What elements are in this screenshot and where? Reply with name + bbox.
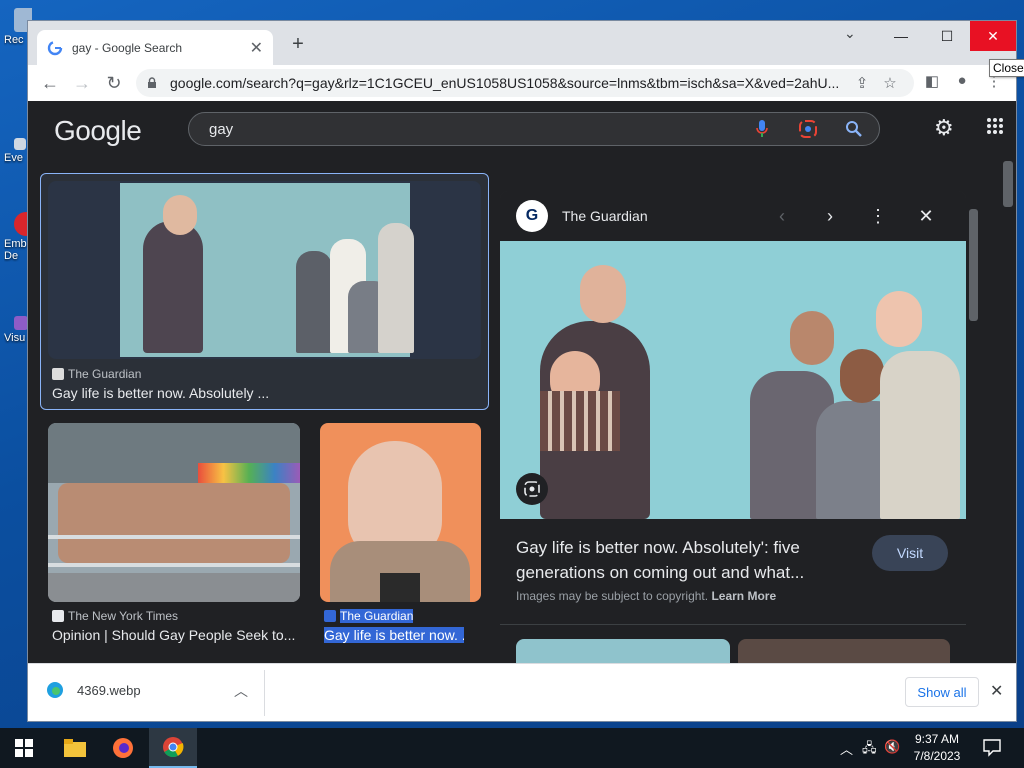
side-panel-icon[interactable]: ◧	[920, 72, 944, 94]
show-all-button[interactable]: Show all	[905, 677, 979, 707]
nyt-favicon-icon	[52, 610, 64, 622]
close-window-button[interactable]: ✕	[970, 21, 1016, 51]
panel-source[interactable]: The Guardian	[562, 208, 758, 224]
url-text: google.com/search?q=gay&rlz=1C1GCEU_enUS…	[170, 75, 840, 91]
result-title[interactable]: Gay life is better now. ...	[324, 627, 464, 643]
preview-image[interactable]	[500, 241, 966, 519]
chrome-icon	[163, 737, 184, 758]
desktop-icon-label: Emb De	[4, 238, 27, 262]
forward-button[interactable]: →	[66, 73, 98, 94]
title-bar: gay - Google Search ✕ + ⌄ — ☐ ✕	[28, 21, 1016, 65]
firefox-icon	[113, 738, 133, 758]
settings-gear-icon[interactable]: ⚙	[934, 115, 954, 141]
related-images	[500, 624, 966, 663]
search-bar[interactable]: gay	[188, 112, 880, 146]
bookmark-star-icon[interactable]: ☆	[876, 74, 904, 92]
google-apps-icon[interactable]	[986, 117, 1004, 135]
shortcut-icon	[14, 138, 26, 150]
clock[interactable]: 9:37 AM 7/8/2023	[902, 731, 972, 765]
panel-scrollbar[interactable]	[966, 191, 980, 663]
desktop-icon-label: Visu	[4, 332, 26, 344]
related-image[interactable]	[516, 639, 730, 663]
result-title[interactable]: Opinion | Should Gay People Seek to...	[52, 627, 302, 643]
search-input[interactable]: gay	[209, 121, 727, 138]
voice-search-icon[interactable]	[751, 118, 773, 140]
result-source: The Guardian	[324, 609, 414, 623]
google-logo[interactable]: Google	[54, 115, 142, 147]
next-image-icon[interactable]: ›	[806, 206, 854, 227]
file-explorer-taskbar[interactable]	[51, 728, 99, 768]
divider	[264, 670, 265, 716]
copyright-note: Images may be subject to copyright. Lear…	[516, 589, 777, 603]
tab-close-icon[interactable]: ✕	[250, 38, 263, 58]
guardian-favicon-icon	[52, 368, 64, 380]
maximize-button[interactable]: ☐	[924, 21, 970, 51]
google-images-page: Google gay ⚙ The Guardian Gay life is be…	[28, 101, 1016, 663]
lens-search-icon[interactable]	[516, 473, 548, 505]
minimize-button[interactable]: —	[878, 21, 924, 51]
start-button[interactable]	[0, 728, 48, 768]
close-download-bar-icon[interactable]: ✕	[990, 681, 1003, 701]
browser-toolbar: ← → ↻ google.com/search?q=gay&rlz=1C1GCE…	[28, 65, 1016, 101]
result-thumbnail[interactable]	[48, 423, 300, 602]
visit-button[interactable]: Visit	[872, 535, 948, 571]
google-lens-icon[interactable]	[797, 118, 819, 140]
guardian-logo-icon: G	[516, 200, 548, 232]
edge-file-icon	[47, 682, 63, 698]
reload-button[interactable]: ↻	[98, 73, 130, 94]
close-panel-icon[interactable]: ✕	[902, 206, 950, 227]
result-source: The New York Times	[52, 609, 178, 623]
visual-studio-icon	[14, 316, 28, 330]
result-thumbnail[interactable]	[48, 181, 481, 359]
network-icon[interactable]: 🖧	[862, 739, 877, 761]
more-options-icon[interactable]: ⋮	[854, 206, 902, 227]
share-icon[interactable]: ⇪	[848, 74, 876, 92]
close-tooltip: Close	[989, 59, 1024, 77]
new-tab-button[interactable]: +	[286, 33, 310, 56]
download-filename: 4369.webp	[77, 682, 141, 698]
tab-title: gay - Google Search	[72, 40, 183, 55]
chrome-taskbar[interactable]	[149, 728, 197, 768]
result-thumbnail[interactable]	[320, 423, 481, 602]
profile-avatar-icon[interactable]: ●	[950, 72, 974, 94]
learn-more-link[interactable]: Learn More	[711, 589, 776, 603]
google-favicon-icon	[47, 40, 63, 55]
panel-header: G The Guardian ‹ › ⋮ ✕	[500, 191, 966, 241]
image-preview-panel: G The Guardian ‹ › ⋮ ✕ Gay life is bette…	[500, 191, 966, 663]
back-button[interactable]: ←	[34, 73, 66, 94]
folder-icon	[64, 739, 86, 757]
related-image[interactable]	[738, 639, 950, 663]
desktop-icon-label: Eve	[4, 152, 23, 164]
tray-chevron-icon[interactable]: ︿	[840, 739, 853, 758]
notifications-icon[interactable]	[982, 737, 1002, 757]
desktop-icon-label: Rec	[4, 34, 24, 46]
tab-search-chevron-icon[interactable]: ⌄	[844, 25, 856, 42]
lock-icon	[148, 77, 156, 88]
panel-info: Gay life is better now. Absolutely': fiv…	[500, 519, 966, 624]
chevron-up-icon[interactable]: ︿	[234, 681, 248, 701]
windows-logo-icon	[15, 739, 33, 757]
result-source: The Guardian	[52, 367, 141, 381]
download-bar: 4369.webp ︿ Show all ✕	[28, 663, 1016, 721]
taskbar: ︿ 🖧 🔇 9:37 AM 7/8/2023	[0, 728, 1024, 768]
clock-time: 9:37 AM	[914, 732, 960, 746]
search-icon[interactable]	[843, 118, 865, 140]
browser-window: gay - Google Search ✕ + ⌄ — ☐ ✕ ← → ↻ go…	[28, 21, 1016, 721]
address-bar[interactable]: google.com/search?q=gay&rlz=1C1GCEU_enUS…	[136, 69, 914, 97]
result-title[interactable]: Gay life is better now. Absolutely ...	[52, 385, 472, 401]
previous-image-icon[interactable]: ‹	[758, 206, 806, 227]
firefox-taskbar[interactable]	[99, 728, 147, 768]
volume-muted-icon[interactable]: 🔇	[884, 739, 900, 755]
clock-date: 7/8/2023	[913, 749, 961, 763]
guardian-favicon-icon	[324, 610, 336, 622]
page-scrollbar[interactable]	[1000, 153, 1016, 663]
download-item[interactable]: 4369.webp	[46, 681, 141, 699]
browser-tab[interactable]: gay - Google Search ✕	[37, 30, 273, 65]
panel-title[interactable]: Gay life is better now. Absolutely': fiv…	[516, 535, 836, 585]
